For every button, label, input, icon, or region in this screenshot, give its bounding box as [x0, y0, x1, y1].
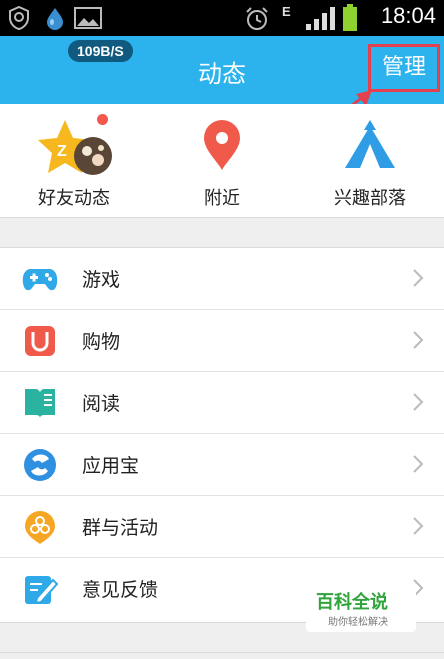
watermark-title: 百科全说	[316, 592, 388, 613]
data-E-icon: E	[282, 4, 291, 19]
divider	[0, 652, 444, 653]
tent-icon	[345, 120, 395, 168]
status-time: 18:04	[380, 3, 436, 28]
list-item-groups-activities[interactable]: 群与活动	[0, 496, 444, 558]
quick-entry-bar: Z 好友动态 附近 兴趣部落	[0, 104, 444, 218]
quick-entry-interest-tribe[interactable]: 兴趣部落	[296, 104, 444, 218]
shopping-bag-icon	[25, 326, 55, 356]
app-screen: E 18:04 109B/S 动态 管理 Z 好友动态 附近 兴趣部落 游戏 购…	[0, 0, 444, 659]
gamepad-icon	[22, 269, 58, 291]
chevron-right-icon	[413, 517, 424, 535]
status-bar: E 18:04	[0, 0, 444, 36]
list-item-label: 购物	[82, 331, 121, 353]
list-item-reading[interactable]: 阅读	[0, 372, 444, 434]
watermark-logo: 百科全说 助你轻松解决	[306, 582, 416, 632]
list-item-label: 阅读	[82, 393, 121, 415]
quick-entry-nearby[interactable]: 附近	[148, 104, 296, 218]
shield-icon	[9, 6, 29, 30]
signal-icon	[306, 7, 335, 30]
watermark-subtitle: 助你轻松解决	[328, 617, 388, 628]
list-item-games[interactable]: 游戏	[0, 248, 444, 310]
book-icon	[25, 389, 55, 418]
svg-text:Z: Z	[57, 143, 67, 160]
quick-entry-friends-feed[interactable]: Z 好友动态	[0, 104, 148, 218]
list-item-label: 群与活动	[82, 517, 159, 539]
group-activity-icon	[25, 511, 55, 544]
quick-entry-label: 附近	[204, 188, 240, 209]
qzone-star-icon: Z	[38, 120, 112, 175]
list-item-label: 应用宝	[82, 455, 140, 477]
list-item-app-store[interactable]: 应用宝	[0, 434, 444, 496]
chevron-right-icon	[413, 455, 424, 473]
chevron-right-icon	[413, 393, 424, 411]
list-item-label: 意见反馈	[82, 579, 159, 601]
chevron-right-icon	[413, 269, 424, 287]
app-store-icon	[24, 449, 56, 481]
list-item-shopping[interactable]: 购物	[0, 310, 444, 372]
location-pin-icon	[204, 120, 240, 170]
alarm-clock-icon	[246, 7, 268, 30]
quick-entry-label: 兴趣部落	[334, 188, 406, 209]
water-drop-icon	[47, 8, 63, 30]
battery-icon	[343, 4, 357, 31]
image-icon	[74, 7, 102, 29]
manage-button[interactable]: 管理	[368, 44, 440, 92]
chevron-right-icon	[413, 331, 424, 349]
list-item-label: 游戏	[82, 269, 121, 291]
feature-list: 游戏 购物 阅读 应用宝 群与活动 意见反馈	[0, 247, 444, 623]
new-notification-dot	[97, 114, 108, 125]
feedback-icon	[25, 576, 58, 605]
header-bar: 109B/S 动态 管理	[0, 36, 444, 104]
quick-entry-label: 好友动态	[38, 188, 110, 209]
